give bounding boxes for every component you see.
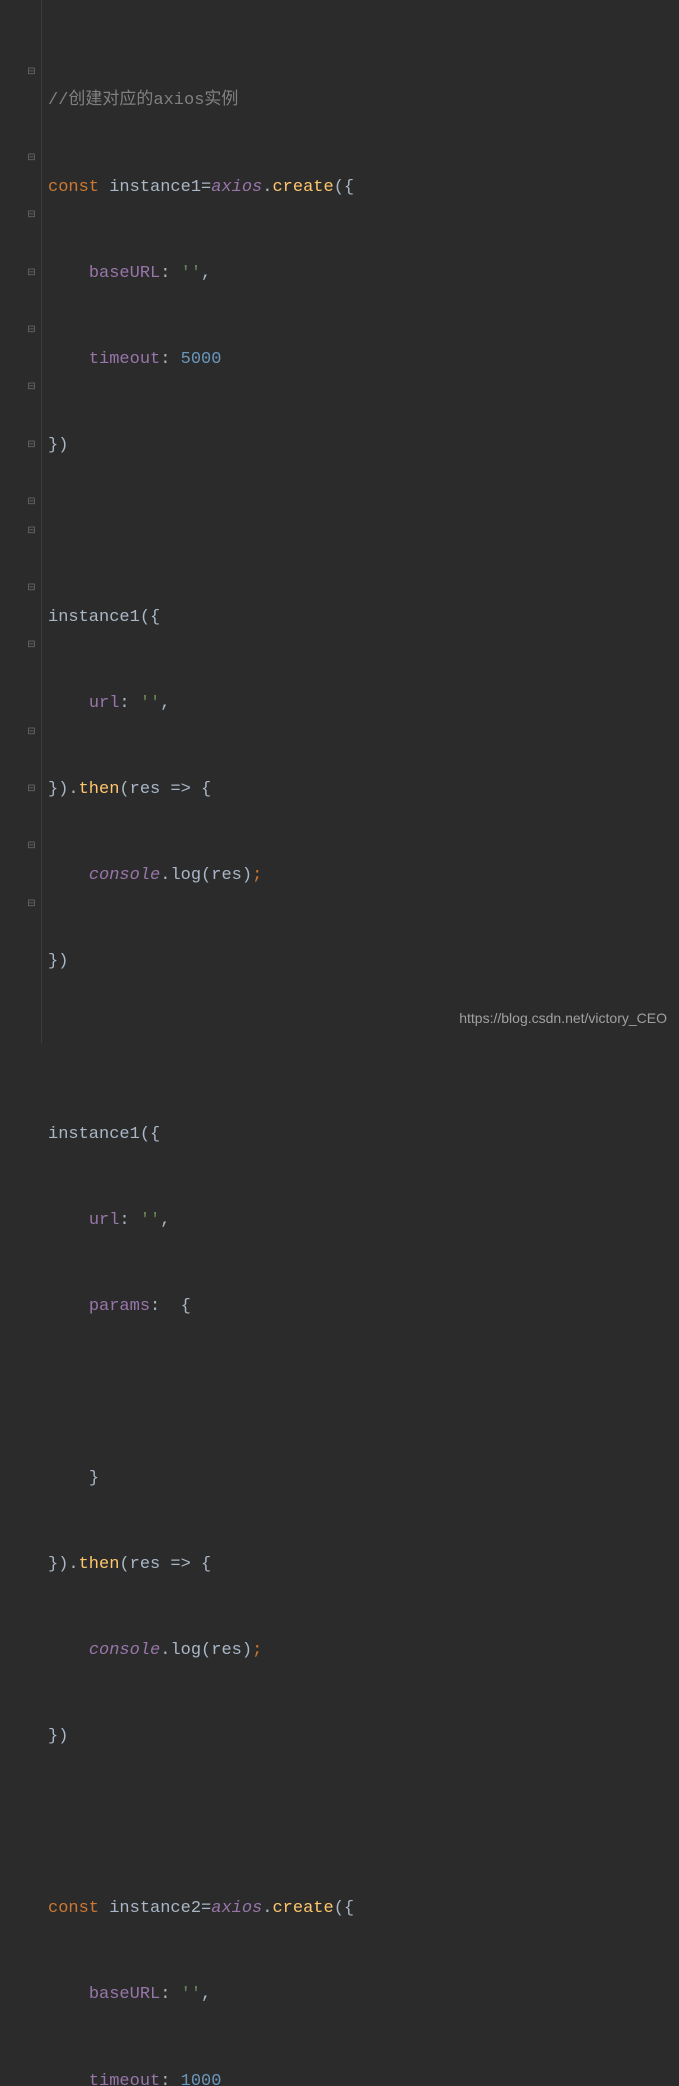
code-line: timeout: 1000	[48, 2068, 679, 2086]
code-line: })	[48, 1723, 679, 1752]
code-line: }).then(res => {	[48, 1551, 679, 1580]
fold-end-icon[interactable]: ⊟	[26, 727, 37, 738]
code-line: params: {	[48, 1293, 679, 1322]
fold-end-icon[interactable]: ⊟	[26, 842, 37, 853]
fold-end-icon[interactable]: ⊟	[26, 527, 37, 538]
code-line: }).then(res => {	[48, 776, 679, 805]
fold-end-icon[interactable]: ⊟	[26, 326, 37, 337]
code-line	[48, 518, 679, 547]
fold-minus-icon[interactable]: ⊟	[26, 211, 37, 222]
fold-minus-icon[interactable]: ⊟	[26, 68, 37, 79]
code-line: }	[48, 1465, 679, 1494]
fold-end-icon[interactable]: ⊟	[26, 154, 37, 165]
fold-gutter: ⊟ ⊟ ⊟ ⊟ ⊟ ⊟ ⊟ ⊟ ⊟ ⊟ ⊟ ⊟ ⊟ ⊟ ⊟	[0, 0, 42, 1043]
code-line: baseURL: '',	[48, 260, 679, 289]
code-line	[48, 1809, 679, 1838]
code-line: console.log(res);	[48, 862, 679, 891]
code-editor: ⊟ ⊟ ⊟ ⊟ ⊟ ⊟ ⊟ ⊟ ⊟ ⊟ ⊟ ⊟ ⊟ ⊟ ⊟ //创建对应的axi…	[0, 0, 679, 1043]
fold-end-icon[interactable]: ⊟	[26, 584, 37, 595]
code-line: })	[48, 948, 679, 977]
fold-minus-icon[interactable]: ⊟	[26, 440, 37, 451]
code-line: instance1({	[48, 1121, 679, 1150]
code-line: url: '',	[48, 1207, 679, 1236]
watermark: https://blog.csdn.net/victory_CEO	[459, 1004, 667, 1033]
code-line: timeout: 5000	[48, 346, 679, 375]
code-line: console.log(res);	[48, 1637, 679, 1666]
fold-end-icon[interactable]: ⊟	[26, 899, 37, 910]
fold-end-icon[interactable]: ⊟	[26, 268, 37, 279]
comment: //创建对应的axios实例	[48, 87, 238, 116]
fold-minus-icon[interactable]: ⊟	[26, 785, 37, 796]
code-area[interactable]: //创建对应的axios实例 const instance1=axios.cre…	[42, 0, 679, 1043]
code-line: })	[48, 432, 679, 461]
code-line: //创建对应的axios实例	[48, 87, 679, 116]
code-line: instance1({	[48, 604, 679, 633]
code-line: const instance2=axios.create({	[48, 1895, 679, 1924]
code-line	[48, 1034, 679, 1063]
code-line: baseURL: '',	[48, 1981, 679, 2010]
fold-minus-icon[interactable]: ⊟	[26, 383, 37, 394]
fold-minus-icon[interactable]: ⊟	[26, 641, 37, 652]
code-line	[48, 1379, 679, 1408]
code-line: url: '',	[48, 690, 679, 719]
fold-end-icon[interactable]: ⊟	[26, 498, 37, 509]
code-line: const instance1=axios.create({	[48, 174, 679, 203]
